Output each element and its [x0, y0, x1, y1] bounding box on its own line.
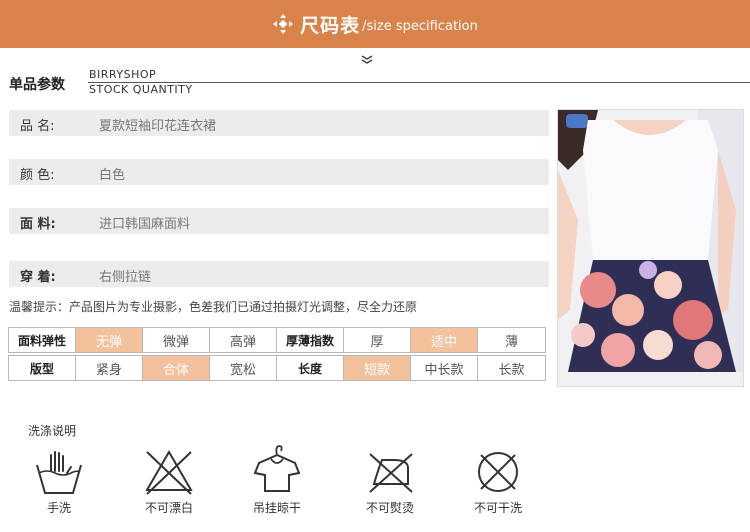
info-value: 白色 — [99, 168, 126, 183]
table-cell: 厚 — [343, 327, 411, 353]
no-bleach-icon — [145, 450, 193, 495]
table-cell: 长款 — [477, 355, 546, 381]
info-value: 进口韩国麻面料 — [99, 217, 191, 232]
table-cell: 薄 — [477, 327, 546, 353]
stock-quantity-label: STOCK QUANTITY — [89, 83, 193, 96]
care-label: 手洗 — [46, 501, 71, 515]
info-row-color: 颜 色: 白色 — [9, 159, 549, 185]
table-cell: 长度 — [276, 355, 344, 381]
info-label: 面 料: — [20, 217, 56, 232]
info-row-fabric: 面 料: 进口韩国麻面料 — [9, 208, 549, 234]
care-label: 不可漂白 — [144, 501, 193, 515]
diamond-arrows-icon — [273, 14, 294, 34]
hang-dry-icon — [253, 445, 301, 492]
product-params-label: 单品参数 — [9, 77, 65, 93]
info-label: 穿 着: — [20, 270, 56, 285]
care-label: 吊挂晾干 — [252, 501, 301, 515]
info-row-wearing: 穿 着: 右侧拉链 — [9, 261, 549, 287]
table-cell: 面料弹性 — [8, 327, 76, 353]
table-cell: 紧身 — [75, 355, 143, 381]
table-cell: 适中 — [410, 327, 478, 353]
table-cell: 版型 — [8, 355, 76, 381]
table-cell: 厚薄指数 — [276, 327, 344, 353]
info-label: 颜 色: — [20, 168, 55, 183]
info-label: 品 名: — [20, 119, 55, 134]
product-photo — [557, 109, 744, 387]
spec-table: 面料弹性 无弹 微弹 高弹 厚薄指数 厚 适中 薄 版型 紧身 合体 宽松 长度… — [8, 327, 546, 381]
info-value: 夏款短袖印花连衣裙 — [99, 119, 217, 134]
table-cell: 合体 — [142, 355, 210, 381]
no-iron-icon — [369, 453, 413, 493]
info-value: 右侧拉链 — [99, 270, 152, 285]
table-cell: 无弹 — [75, 327, 143, 353]
chevron-down-icon — [361, 55, 373, 64]
header-banner: 尺码表 /size specification — [0, 0, 750, 48]
brand-name: BIRRYSHOP — [89, 68, 157, 81]
care-label: 不可熨烫 — [365, 501, 414, 515]
table-cell: 高弹 — [209, 327, 277, 353]
no-dry-clean-icon — [478, 452, 518, 492]
table-cell: 中长款 — [410, 355, 478, 381]
notice-text: 温馨提示：产品图片为专业摄影，色差我们已通过拍摄灯光调整，尽全力还原 — [9, 300, 418, 314]
table-cell: 微弹 — [142, 327, 210, 353]
info-row-name: 品 名: 夏款短袖印花连衣裙 — [9, 110, 549, 136]
care-label: 不可干洗 — [473, 501, 522, 515]
dress-illustration — [558, 110, 743, 386]
care-title: 洗涤说明 — [28, 424, 77, 438]
table-cell: 宽松 — [209, 355, 277, 381]
page-title: 尺码表 — [300, 14, 361, 37]
table-cell: 短款 — [343, 355, 411, 381]
hand-wash-icon — [36, 451, 82, 494]
page-subtitle: /size specification — [362, 19, 478, 34]
